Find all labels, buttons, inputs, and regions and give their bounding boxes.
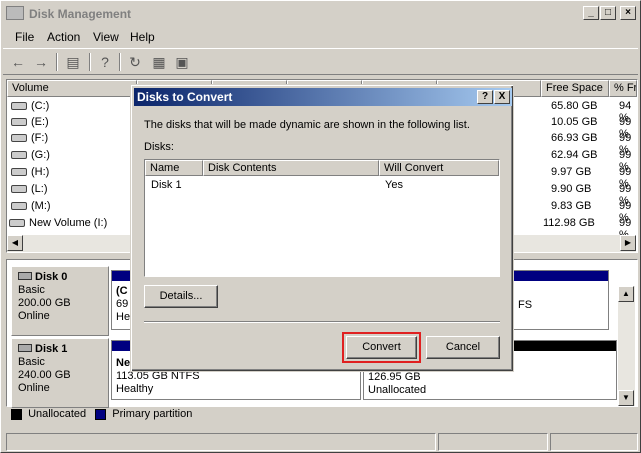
dialog-title: Disks to Convert xyxy=(137,90,233,104)
scroll-right-button[interactable]: ▶ xyxy=(620,235,636,251)
dialog-close-button[interactable]: X xyxy=(494,90,510,104)
disk-status: Online xyxy=(18,382,50,394)
disk-1-label[interactable]: Disk 1 Basic 240.00 GB Online xyxy=(11,338,109,408)
scroll-up-button[interactable]: ▲ xyxy=(618,286,634,302)
unallocated-label: Unallocated xyxy=(368,384,427,396)
volume-name: New Volume (I:) xyxy=(29,217,108,229)
volume-name: (H:) xyxy=(31,166,50,178)
back-arrow-icon[interactable]: ← xyxy=(8,52,28,72)
app-icon xyxy=(6,6,24,20)
free-space: 9.83 GB xyxy=(551,200,592,212)
disk-type: Basic xyxy=(18,284,45,296)
disk-name: Disk 1 xyxy=(35,343,68,355)
free-space: 9.90 GB xyxy=(551,183,592,195)
scroll-down-button[interactable]: ▼ xyxy=(618,390,634,406)
toolbar: ← → ▤ ? ↻ ▦ ▣ xyxy=(3,48,638,75)
free-space: 62.94 GB xyxy=(551,149,598,161)
drive-icon xyxy=(9,219,25,228)
dialog-help-button[interactable]: ? xyxy=(477,90,493,104)
menu-file[interactable]: File xyxy=(15,30,34,44)
free-space: 9.97 GB xyxy=(551,166,592,178)
drive-icon xyxy=(11,102,27,111)
column-header-volume[interactable]: Volume xyxy=(7,80,137,97)
details-button[interactable]: Details... xyxy=(144,285,218,308)
disk-icon xyxy=(18,344,32,352)
volume-name: (F:) xyxy=(31,132,49,144)
forward-arrow-icon[interactable]: → xyxy=(31,52,51,72)
status-bar xyxy=(6,433,638,451)
menu-help[interactable]: Help xyxy=(130,30,155,44)
drive-icon xyxy=(11,185,27,194)
menu-action[interactable]: Action xyxy=(47,30,80,44)
legend-unallocated: Unallocated xyxy=(28,408,87,420)
disk-icon xyxy=(18,272,32,280)
legend-primary: Primary partition xyxy=(112,408,193,420)
column-header-percent-free[interactable]: % Fr xyxy=(609,80,637,97)
refresh-icon[interactable]: ↻ xyxy=(125,52,145,72)
disk-name: Disk 0 xyxy=(35,271,68,283)
title-bar: Disk Management _ □ × xyxy=(3,3,638,25)
scroll-left-button[interactable]: ◀ xyxy=(7,235,23,251)
close-button[interactable]: × xyxy=(620,6,636,20)
unallocated-size: 126.95 GB xyxy=(368,371,421,383)
disk-type: Basic xyxy=(18,356,45,368)
drive-icon xyxy=(11,118,27,127)
column-header-will-convert[interactable]: Will Convert xyxy=(379,160,499,176)
volume-name: (C:) xyxy=(31,100,50,112)
unallocated-swatch xyxy=(11,408,22,420)
free-space: 65.80 GB xyxy=(551,100,598,112)
disks-label: Disks: xyxy=(144,141,174,153)
drive-icon xyxy=(11,151,27,160)
volume-name: (M:) xyxy=(31,200,51,212)
divider xyxy=(144,321,500,323)
disk-size: 200.00 GB xyxy=(18,297,71,309)
maximize-button[interactable]: □ xyxy=(600,6,616,20)
drive-icon xyxy=(11,168,27,177)
list-item[interactable]: Disk 1 Yes xyxy=(145,178,499,194)
legend: Unallocated Primary partition xyxy=(7,408,638,426)
will-convert: Yes xyxy=(385,179,403,191)
window-title: Disk Management xyxy=(29,7,132,21)
properties-icon[interactable]: ▦ xyxy=(149,52,169,72)
partition-status: Healthy xyxy=(116,383,154,395)
convert-button[interactable]: Convert xyxy=(346,336,417,359)
disk-name: Disk 1 xyxy=(151,179,182,191)
primary-partition-swatch xyxy=(95,408,107,420)
disk-size: 240.00 GB xyxy=(18,369,71,381)
volume-name: (G:) xyxy=(31,149,50,161)
help-icon[interactable]: ? xyxy=(95,52,115,72)
disk-view-vscrollbar[interactable]: ▲ ▼ xyxy=(618,286,635,406)
dialog-description: The disks that will be made dynamic are … xyxy=(144,119,470,131)
disks-list: Name Disk Contents Will Convert Disk 1 Y… xyxy=(144,159,500,277)
free-space: 10.05 GB xyxy=(551,116,598,128)
rescan-icon[interactable]: ▣ xyxy=(172,52,192,72)
column-header-free-space[interactable]: Free Space xyxy=(541,80,609,97)
free-space: 112.98 GB xyxy=(543,217,595,229)
disk-0-label[interactable]: Disk 0 Basic 200.00 GB Online xyxy=(11,266,109,336)
column-header-disk-contents[interactable]: Disk Contents xyxy=(203,160,379,176)
cancel-button[interactable]: Cancel xyxy=(426,336,500,359)
minimize-button[interactable]: _ xyxy=(583,6,599,20)
dialog-title-bar: Disks to Convert ? X xyxy=(134,88,512,106)
disk-status: Online xyxy=(18,310,50,322)
volume-name: (E:) xyxy=(31,116,49,128)
menu-bar: File Action View Help xyxy=(3,27,638,47)
disks-to-convert-dialog: Disks to Convert ? X The disks that will… xyxy=(130,84,514,372)
drive-icon xyxy=(11,134,27,143)
drive-icon xyxy=(11,202,27,211)
column-header-name[interactable]: Name xyxy=(145,160,203,176)
menu-view[interactable]: View xyxy=(93,30,119,44)
free-space: 66.93 GB xyxy=(551,132,598,144)
console-tree-icon[interactable]: ▤ xyxy=(63,52,83,72)
volume-name: (L:) xyxy=(31,183,48,195)
